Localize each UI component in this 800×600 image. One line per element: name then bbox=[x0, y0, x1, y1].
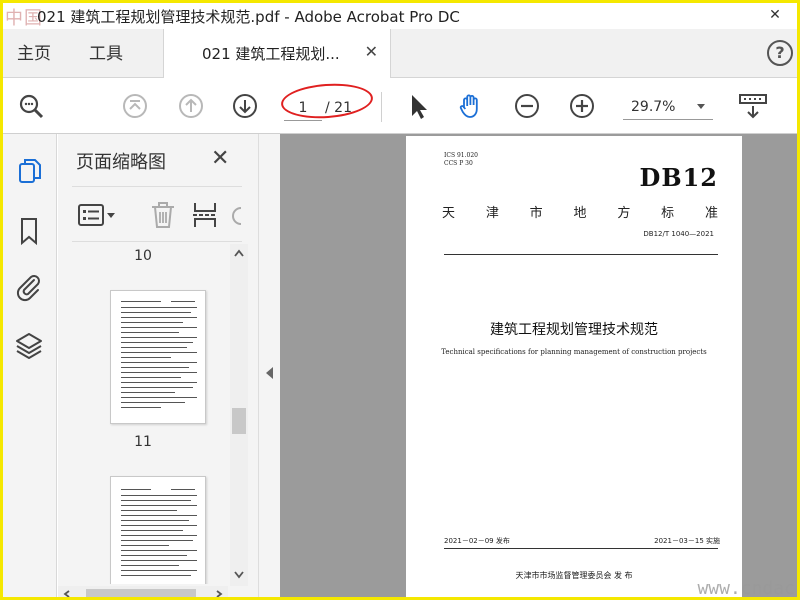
scroll-right-icon[interactable] bbox=[214, 589, 224, 599]
next-page-icon[interactable] bbox=[231, 92, 259, 120]
pdf-page: ICS 91.020 CCS P 30 DB12 天 津 市 地 方 标 准 D… bbox=[406, 136, 742, 597]
tab-tools[interactable]: 工具 bbox=[89, 39, 123, 64]
scroll-left-icon[interactable] bbox=[62, 589, 72, 599]
standard-char: 天 bbox=[442, 206, 456, 221]
title-bar: 中国 021 建筑工程规划管理技术规范.pdf - Adobe Acrobat … bbox=[3, 3, 797, 29]
ccs-code: CCS P 30 bbox=[444, 160, 473, 167]
thumbnail-hscrollbar[interactable] bbox=[58, 586, 228, 599]
bookmark-icon[interactable] bbox=[14, 216, 44, 246]
issue-date: 2021－02－09 发布 bbox=[444, 537, 510, 545]
tab-document[interactable]: 021 建筑工程规划... ✕ bbox=[163, 29, 391, 78]
hscrollbar-thumb[interactable] bbox=[86, 589, 196, 597]
scroll-down-icon[interactable] bbox=[233, 570, 245, 580]
rotate-icon[interactable] bbox=[232, 205, 242, 227]
standard-char: 市 bbox=[529, 206, 543, 221]
thumbnail-panel: 页面缩略图 ✕ 10 11 bbox=[58, 134, 258, 599]
window-close-button[interactable]: ✕ bbox=[761, 5, 789, 25]
document-title-en: Technical specifications for planning ma… bbox=[441, 348, 707, 356]
document-title-cn: 建筑工程规划管理技术规范 bbox=[490, 322, 658, 338]
collapse-left-icon[interactable] bbox=[266, 367, 273, 379]
standard-number: DB12/T 1040—2021 bbox=[643, 230, 714, 238]
panel-title: 页面缩略图 bbox=[76, 152, 166, 173]
standard-code: DB12 bbox=[639, 163, 718, 192]
zoom-search-icon[interactable] bbox=[17, 92, 45, 120]
toolbar: 1 / 21 29.7% bbox=[3, 78, 797, 134]
panel-toolbar bbox=[72, 186, 242, 242]
app-window: 中国 021 建筑工程规划管理技术规范.pdf - Adobe Acrobat … bbox=[0, 0, 800, 600]
thumbnail-list: 10 11 bbox=[58, 244, 228, 584]
zoom-out-icon[interactable] bbox=[513, 92, 541, 120]
scroll-up-icon[interactable] bbox=[233, 248, 245, 258]
window-title: 021 建筑工程规划管理技术规范.pdf - Adobe Acrobat Pro… bbox=[37, 8, 460, 26]
panel-collapse-strip[interactable] bbox=[258, 134, 280, 597]
panel-close-button[interactable]: ✕ bbox=[211, 146, 229, 171]
split-page-icon[interactable] bbox=[192, 201, 218, 229]
standard-char: 标 bbox=[661, 206, 675, 221]
scrollbar-thumb[interactable] bbox=[232, 408, 246, 434]
ics-code: ICS 91.020 bbox=[444, 152, 478, 159]
watermark-bottom: www.cndac bbox=[697, 578, 795, 599]
paperclip-icon[interactable] bbox=[14, 272, 44, 302]
thumbnail-scrollbar[interactable] bbox=[230, 244, 248, 586]
standard-char: 地 bbox=[573, 206, 587, 221]
effective-date: 2021－03－15 实施 bbox=[654, 537, 720, 545]
thumbnail-number: 10 bbox=[134, 248, 152, 264]
thumbnail-page[interactable] bbox=[110, 476, 206, 584]
thumbnail-number: 11 bbox=[134, 434, 152, 450]
thumbnail-options-icon[interactable] bbox=[78, 203, 118, 227]
zoom-level-dropdown[interactable]: 29.7% bbox=[623, 94, 713, 120]
standard-type: 天 津 市 地 方 标 准 bbox=[442, 202, 718, 221]
previous-page-icon[interactable] bbox=[177, 92, 205, 120]
chevron-down-icon bbox=[697, 104, 705, 109]
standard-char: 准 bbox=[704, 206, 718, 221]
layers-icon[interactable] bbox=[14, 330, 44, 360]
scroll-mode-icon[interactable] bbox=[738, 92, 768, 120]
help-button[interactable]: ? bbox=[767, 40, 793, 66]
document-view[interactable]: ICS 91.020 CCS P 30 DB12 天 津 市 地 方 标 准 D… bbox=[280, 134, 797, 599]
hand-tool-icon[interactable] bbox=[457, 92, 485, 120]
page-thumbnails-icon[interactable] bbox=[14, 156, 44, 186]
first-page-icon[interactable] bbox=[121, 92, 149, 120]
zoom-level-value: 29.7% bbox=[631, 99, 676, 115]
left-icon-rail bbox=[3, 134, 57, 597]
select-cursor-icon[interactable] bbox=[405, 92, 433, 120]
standard-char: 津 bbox=[485, 206, 499, 221]
thumbnail-page[interactable] bbox=[110, 290, 206, 424]
toolbar-divider bbox=[381, 92, 382, 122]
document-tab-label: 021 建筑工程规划... bbox=[202, 45, 340, 63]
tab-bar: 主页 工具 021 建筑工程规划... ✕ ? bbox=[3, 29, 797, 78]
divider bbox=[444, 548, 718, 549]
issuer: 天津市市场监督管理委员会 发 布 bbox=[515, 571, 633, 580]
divider bbox=[444, 254, 718, 255]
close-tab-button[interactable]: ✕ bbox=[365, 42, 378, 61]
tab-home[interactable]: 主页 bbox=[17, 39, 51, 64]
trash-icon[interactable] bbox=[150, 201, 176, 229]
standard-char: 方 bbox=[617, 206, 631, 221]
zoom-in-icon[interactable] bbox=[568, 92, 596, 120]
